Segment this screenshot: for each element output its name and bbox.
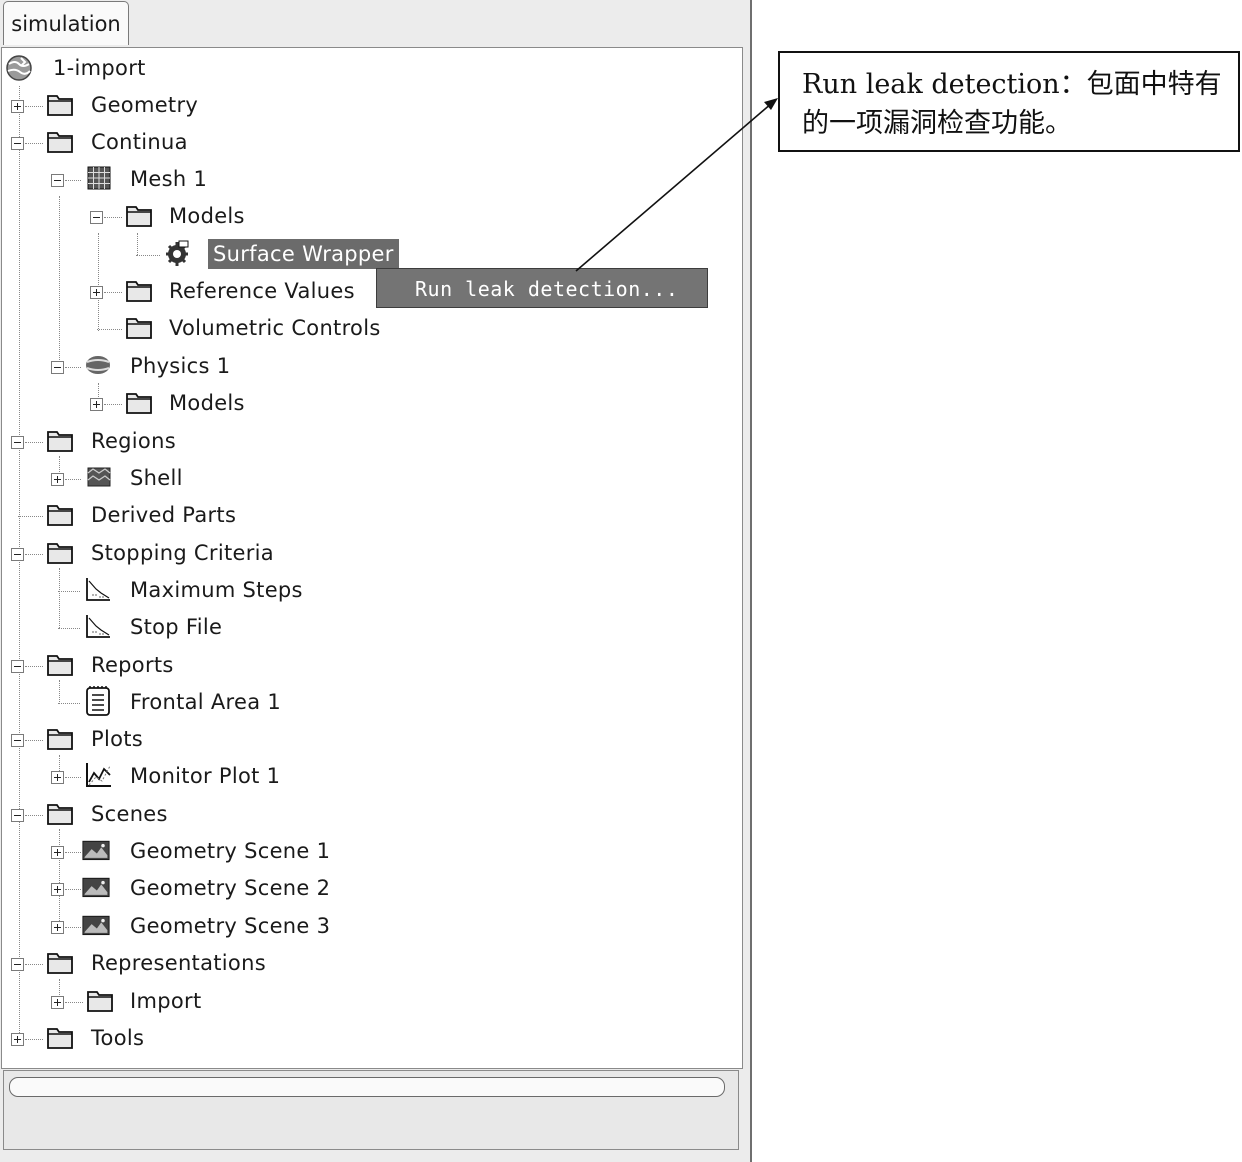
annotation-arrow — [575, 98, 778, 272]
annotation-callout: Run leak detection：包面中特有的一项漏洞检查功能。 — [778, 51, 1240, 152]
